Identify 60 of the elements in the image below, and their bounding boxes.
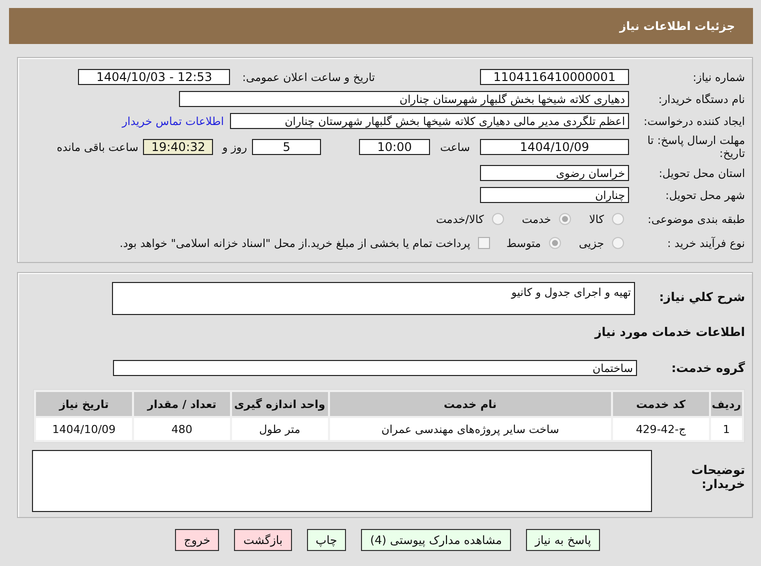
- table-cell: ساخت سایر پروژه‌های مهندسی عمران: [330, 418, 611, 440]
- section-title: اطلاعات خدمات مورد نیاز: [594, 325, 745, 339]
- field-label: نام دستگاه خریدار:: [657, 92, 745, 106]
- remaining-time-field: 19:40:32: [143, 139, 214, 155]
- value-field: اعظم تلگردی مدیر مالی دهیاری کلاته شیخها بخش گلبهار شهرستان چناران: [230, 113, 629, 129]
- description-field: تهیه و اجرای جدول و کانیو: [112, 282, 635, 315]
- buyer-contact-link[interactable]: اطلاعات تماس خریدار: [122, 114, 224, 128]
- value-field: 1104116410000001: [480, 69, 629, 85]
- radio-label: کالا: [589, 212, 604, 226]
- value-field: ساختمان: [113, 360, 637, 376]
- value-field: خراسان رضوی: [480, 165, 629, 181]
- radio-button[interactable]: [559, 213, 572, 225]
- field-label: تاریخ و ساعت اعلان عمومی:: [242, 70, 375, 84]
- radio-button[interactable]: [612, 213, 624, 225]
- field-label: روز و: [222, 140, 248, 154]
- action-button[interactable]: مشاهده مدارک پیوستی (4): [361, 529, 511, 551]
- field-label: گروه خدمت:: [670, 361, 745, 375]
- field-label: شهر محل تحویل:: [664, 188, 745, 202]
- action-button[interactable]: خروج: [174, 529, 220, 551]
- field-label: استان محل تحویل:: [658, 166, 745, 180]
- action-button[interactable]: چاپ: [306, 529, 346, 551]
- radio-label: کالا/خدمت: [436, 212, 484, 226]
- action-button[interactable]: پاسخ به نیاز: [526, 529, 600, 551]
- table-cell: ج-42-429: [612, 418, 709, 440]
- table-cell: 1: [710, 418, 742, 440]
- field-label: توضیحات خریدار:: [690, 463, 745, 491]
- field-label: ساعت باقی مانده: [56, 140, 138, 154]
- value-field: 5: [252, 139, 322, 155]
- page-title-bar: جزئیات اطلاعات نیاز: [9, 8, 753, 44]
- value-field: 1404/10/09: [480, 139, 629, 155]
- field-label: مهلت ارسال پاسخ: تا تاریخ:: [646, 134, 745, 160]
- column-header: تاریخ نیاز: [36, 392, 132, 416]
- table-cell: 1404/10/09: [36, 418, 132, 440]
- field-label: ایجاد کننده درخواست:: [642, 114, 745, 128]
- buyer-notes-field[interactable]: [32, 450, 652, 512]
- field-label: نوع فرآیند خرید :: [666, 236, 745, 250]
- field-label: طبقه بندی موضوعی:: [646, 212, 745, 226]
- radio-button[interactable]: [612, 237, 624, 249]
- column-header: کد خدمت: [612, 392, 709, 416]
- radio-label: خدمت: [522, 212, 552, 226]
- value-field: چناران: [480, 187, 629, 203]
- radio-button[interactable]: [548, 237, 561, 249]
- table-cell: 480: [134, 418, 230, 440]
- radio-label: متوسط: [506, 236, 541, 250]
- radio-button[interactable]: [492, 213, 504, 225]
- value-field: 10:00: [359, 139, 430, 155]
- column-header: نام خدمت: [330, 392, 611, 416]
- table-cell: متر طول: [232, 418, 328, 440]
- value-field: 1404/10/03 - 12:53: [78, 69, 230, 85]
- value-field: دهیاری کلاته شیخها بخش گلبهار شهرستان چناران: [179, 91, 629, 107]
- radio-label: جزیی: [578, 236, 604, 250]
- column-header: تعداد / مقدار: [134, 392, 230, 416]
- checkbox[interactable]: [478, 237, 490, 249]
- column-header: واحد اندازه گیری: [232, 392, 328, 416]
- field-label: شماره نیاز:: [692, 70, 745, 84]
- field-label: شرح کلي نیاز:: [658, 290, 745, 304]
- column-header: ردیف: [710, 392, 742, 416]
- payment-note: پرداخت تمام یا بخشی از مبلغ خرید.از محل "اسناد خزانه اسلامی" خواهد بود.: [120, 236, 470, 250]
- action-button[interactable]: بازگشت: [234, 529, 292, 551]
- field-label: ساعت: [440, 140, 470, 154]
